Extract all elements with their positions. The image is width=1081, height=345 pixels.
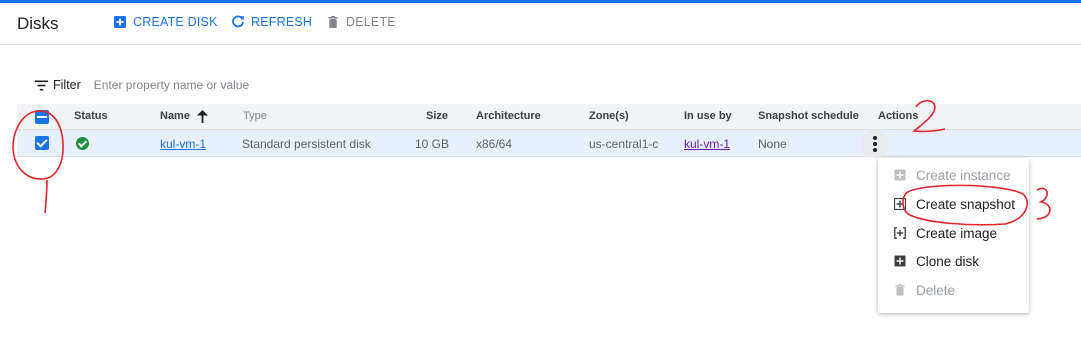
menu-item-create-snapshot[interactable]: Create snapshot [878, 192, 1029, 218]
menu-item-clone-disk[interactable]: Clone disk [878, 249, 1029, 275]
menu-item-label: Delete [916, 283, 956, 298]
create-disk-label: CREATE DISK [133, 15, 218, 29]
trash-icon [895, 284, 905, 296]
page-header: Disks CREATE DISK REFRESH DELETE [0, 3, 1081, 45]
column-header-architecture[interactable]: Architecture [476, 110, 541, 122]
menu-item-label: Create snapshot [916, 197, 1016, 212]
disk-name-link[interactable]: kul-vm-1 [160, 137, 206, 151]
page-title: Disks [17, 14, 59, 33]
trash-icon [328, 16, 338, 28]
table-row[interactable]: kul-vm-1 Standard persistent disk 10 GB … [17, 130, 1081, 157]
column-header-type[interactable]: Type [243, 110, 267, 122]
refresh-label: REFRESH [251, 15, 313, 29]
row-checkbox[interactable] [35, 136, 49, 150]
create-instance-icon [894, 169, 906, 181]
disk-architecture: x86/64 [476, 137, 513, 151]
filter-bar: Filter [35, 78, 354, 92]
column-header-zone[interactable]: Zone(s) [589, 110, 629, 122]
table-header: Status Name Type Size Architecture Zone(… [17, 104, 1081, 130]
column-header-status[interactable]: Status [74, 110, 108, 122]
select-all-checkbox[interactable] [35, 110, 49, 124]
column-header-name[interactable]: Name [160, 110, 190, 122]
refresh-button[interactable]: REFRESH [231, 15, 312, 29]
create-snapshot-icon [894, 198, 906, 210]
annotation-mark-3 [1036, 187, 1051, 220]
filter-label: Filter [53, 78, 81, 92]
delete-label: DELETE [346, 15, 396, 29]
more-vert-icon [873, 136, 877, 140]
disk-type: Standard persistent disk [242, 137, 371, 151]
clone-disk-icon [894, 255, 906, 267]
snapshot-schedule: None [758, 137, 787, 151]
filter-input[interactable] [93, 78, 354, 92]
menu-item-label: Create image [916, 226, 998, 241]
column-header-actions: Actions [878, 110, 919, 122]
menu-item-label: Create instance [916, 168, 1011, 183]
in-use-by-link[interactable]: kul-vm-1 [684, 137, 730, 151]
menu-item-create-instance[interactable]: Create instance [878, 163, 1029, 189]
actions-menu: Create instance Create snapshot Create i… [878, 158, 1029, 313]
disk-size: 10 GB [415, 137, 450, 151]
menu-item-label: Clone disk [916, 254, 980, 269]
menu-item-create-image[interactable]: Create image [878, 221, 1029, 247]
annotation-mark-1 [44, 179, 48, 214]
more-actions-button[interactable] [861, 130, 889, 158]
column-header-size[interactable]: Size [426, 110, 448, 122]
create-disk-button[interactable]: CREATE DISK [113, 15, 218, 29]
add-box-icon [114, 16, 126, 28]
sort-ascending-icon[interactable] [197, 110, 208, 123]
status-ok-icon [76, 137, 89, 150]
filter-list-icon [35, 80, 48, 90]
refresh-icon [232, 15, 244, 28]
column-header-snapshot-schedule[interactable]: Snapshot schedule [758, 110, 859, 122]
menu-item-delete[interactable]: Delete [878, 278, 1029, 304]
disk-zone: us-central1-c [589, 137, 659, 151]
column-header-in-use-by[interactable]: In use by [684, 110, 732, 122]
delete-button[interactable]: DELETE [326, 15, 396, 29]
create-image-icon [894, 227, 906, 239]
